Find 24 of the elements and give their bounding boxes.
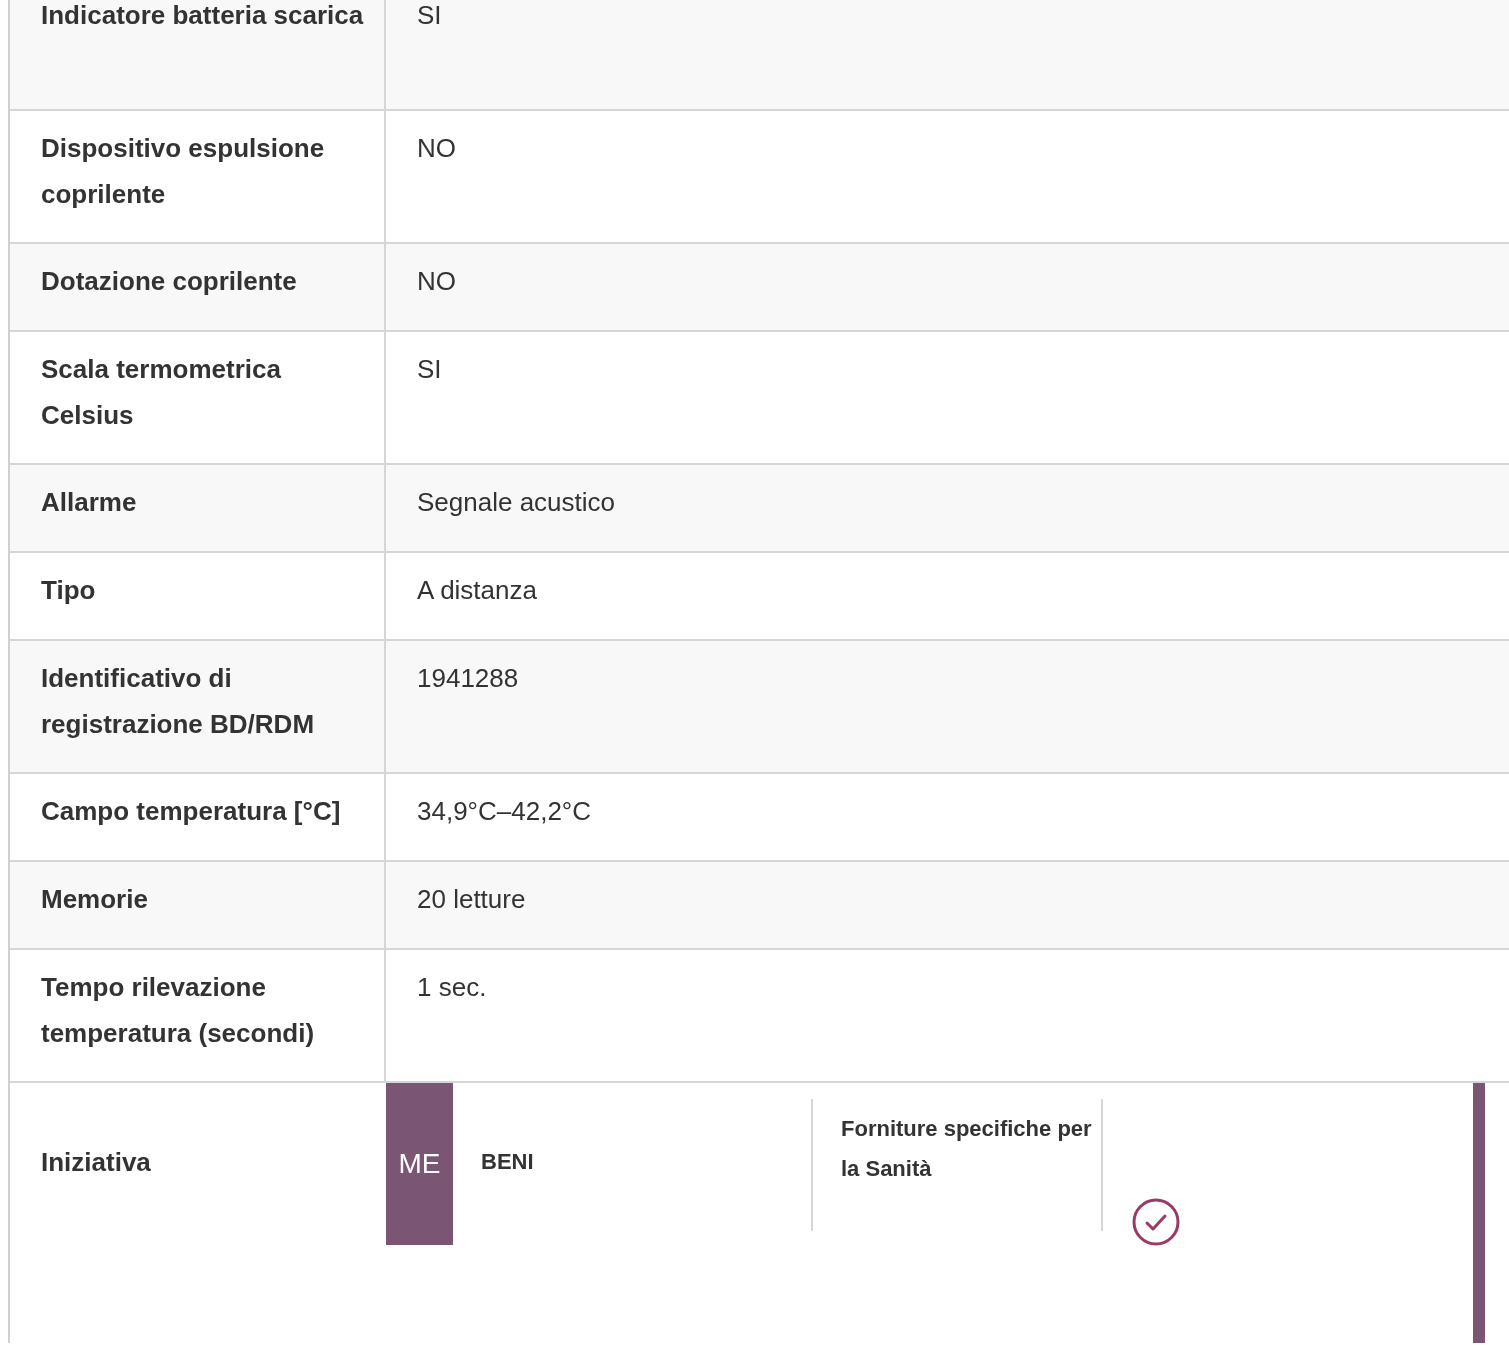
spec-label: Campo temperatura [°C] <box>10 774 386 860</box>
initiative-label: Iniziativa <box>40 1146 152 1179</box>
initiative-description: Forniture specifiche per la Sanità <box>813 1099 1103 1231</box>
spec-label: Dotazione coprilente <box>10 244 386 330</box>
spec-value: SI <box>416 0 443 32</box>
spec-label: Scala termometrica Celsius <box>10 332 386 463</box>
spec-value: 1 sec. <box>416 971 488 1004</box>
spec-value: NO <box>416 265 457 298</box>
spec-label: Tipo <box>10 553 386 639</box>
spec-value: NO <box>416 132 457 165</box>
spec-value: Segnale acustico <box>416 486 617 519</box>
spec-label: Tempo rilevazione temperatura (secondi) <box>10 950 386 1081</box>
spec-label: Identificativo di registrazione BD/RDM <box>10 641 386 772</box>
initiative-category: BENI <box>453 1099 813 1231</box>
initiative-code: ME <box>386 1083 453 1245</box>
spec-value: A distanza <box>416 574 538 607</box>
spec-label: Indicatore batteria scarica <box>10 0 386 109</box>
spec-value: SI <box>416 353 443 386</box>
spec-value: 1941288 <box>416 662 520 695</box>
spec-label: Allarme <box>10 465 386 551</box>
spec-value: 34,9°C–42,2°C <box>416 795 592 828</box>
spec-label: Memorie <box>10 862 386 948</box>
spec-label: Dispositivo espulsione coprilente <box>10 111 386 242</box>
spec-value: 20 letture <box>416 883 527 916</box>
